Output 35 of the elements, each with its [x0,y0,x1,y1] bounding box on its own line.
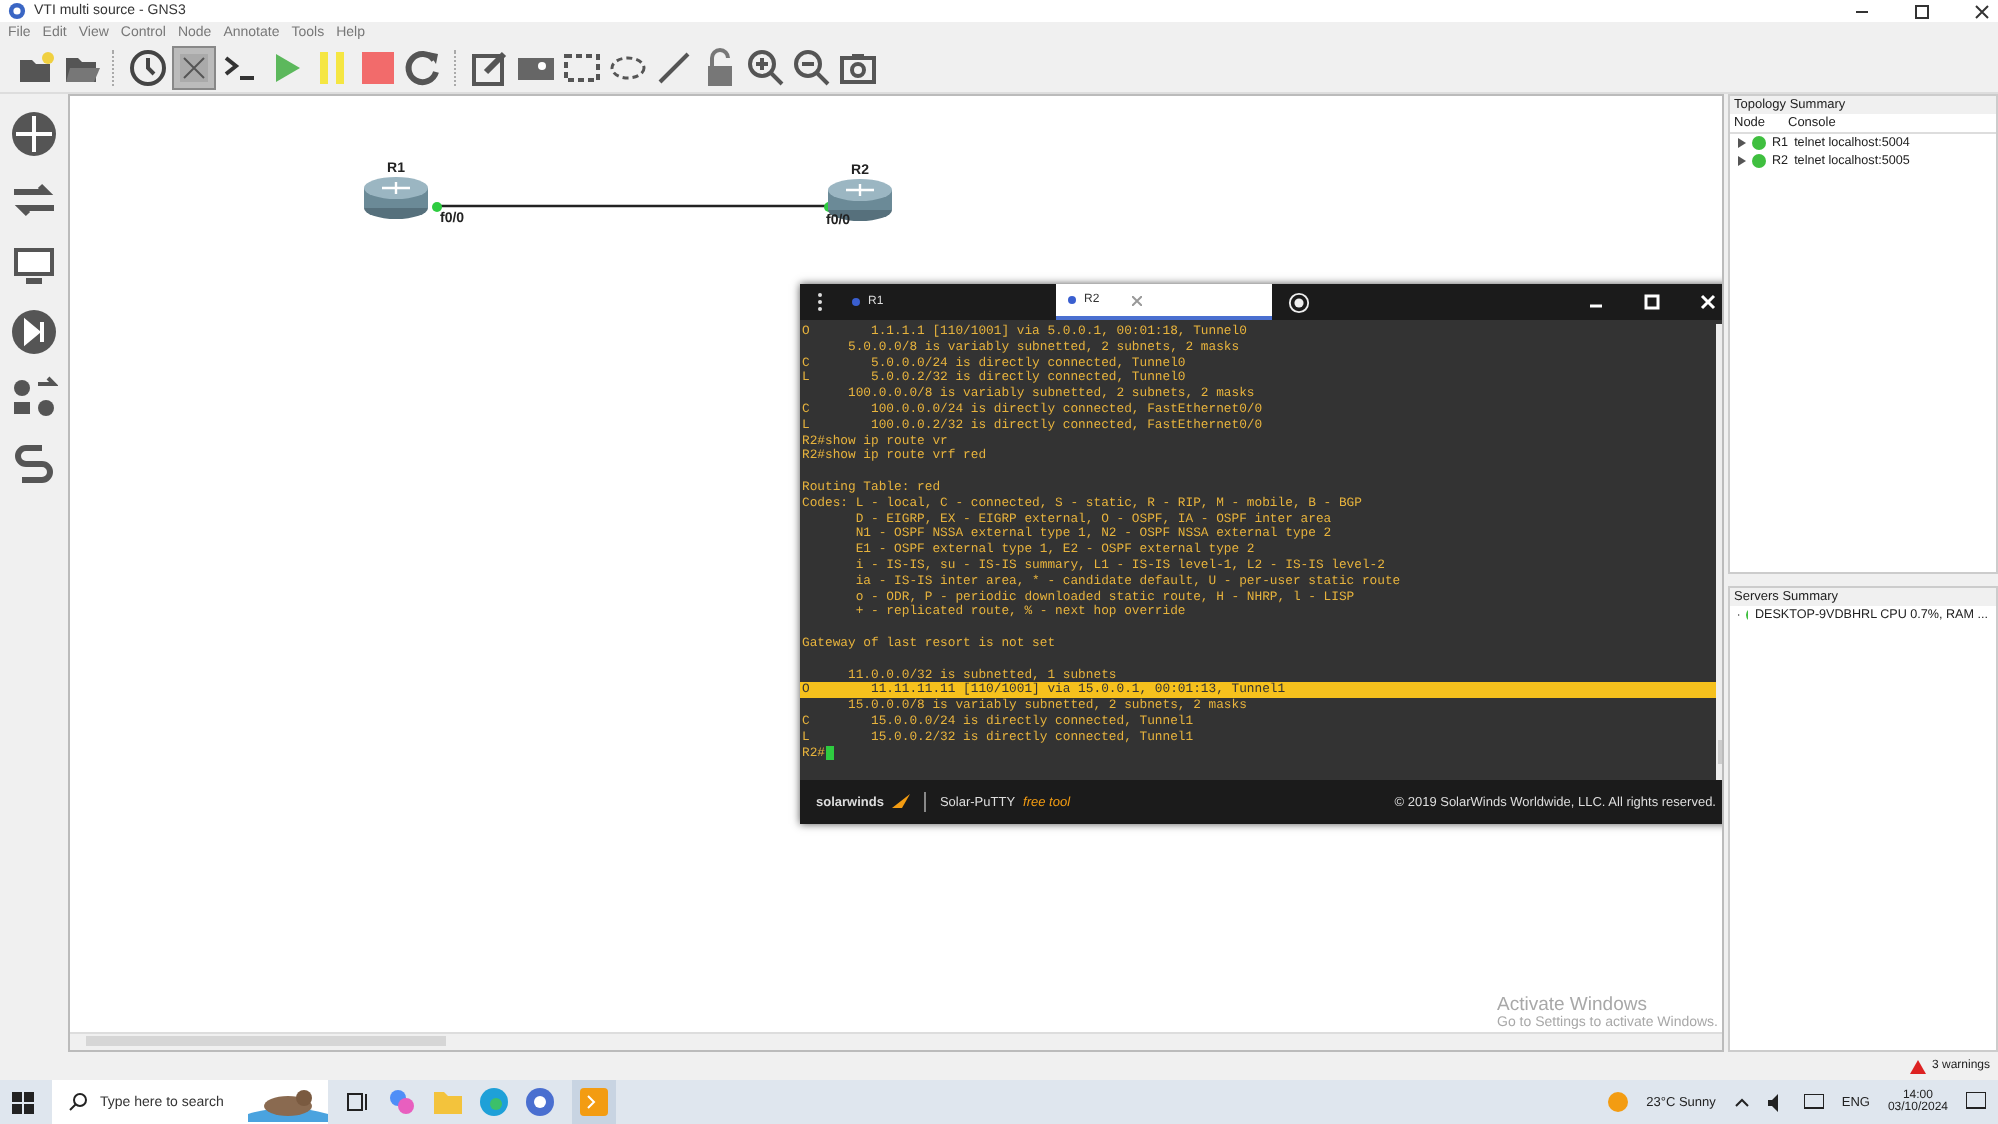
line-icon[interactable] [654,48,694,88]
notification-icon[interactable] [1966,1092,1986,1112]
flame-icon [891,794,910,810]
link-status-icon [432,202,442,212]
zoomin-icon[interactable] [746,48,786,88]
more-icon[interactable] [816,292,824,312]
reload-icon[interactable] [404,48,444,88]
weather-icon [1608,1092,1629,1112]
task-view-icon[interactable] [346,1090,370,1114]
rect-icon[interactable] [562,48,602,88]
zoomout-icon[interactable] [792,48,832,88]
add-tab-icon[interactable] [1288,291,1310,313]
grid-icon[interactable] [174,48,214,88]
link-icon[interactable] [10,440,58,488]
maximize-icon[interactable] [1914,3,1930,19]
warning-icon [1909,1059,1926,1073]
activation-title: Activate Windows [1497,994,1647,1016]
chevron-up-icon[interactable] [1733,1096,1750,1108]
network-icon[interactable] [1803,1093,1824,1111]
copilot-icon[interactable] [388,1088,416,1116]
note-icon[interactable] [470,48,510,88]
router-icon[interactable] [826,178,894,222]
end-devices-icon[interactable] [10,242,58,290]
all-icon[interactable] [10,374,58,422]
clock-icon[interactable] [128,48,168,88]
camera-icon[interactable] [838,48,878,88]
windows-logo-icon[interactable] [12,1091,34,1113]
router-icon[interactable] [362,176,430,220]
search-icon [68,1092,88,1112]
routers-icon[interactable] [10,110,58,158]
app-icon[interactable] [526,1088,554,1116]
new-icon[interactable] [16,48,56,88]
close-tab-icon[interactable] [1131,295,1142,305]
close-icon[interactable] [1974,3,1990,19]
security-icon[interactable] [10,308,58,356]
